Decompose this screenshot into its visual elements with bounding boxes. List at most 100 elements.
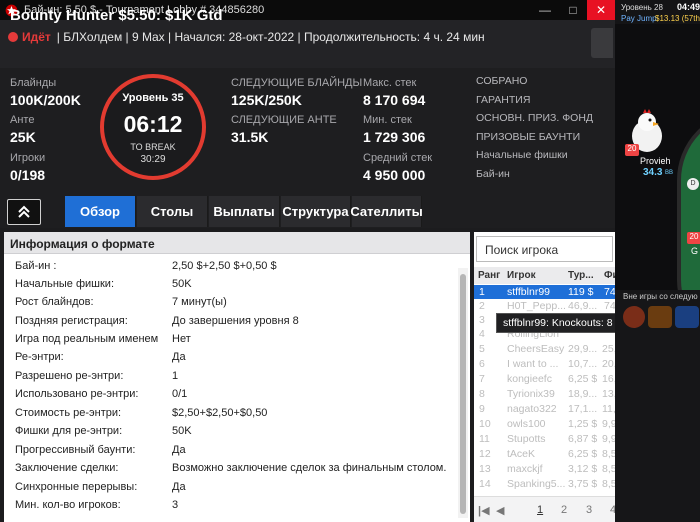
player-rank: 7 [479,373,485,385]
page-1[interactable]: 1 [537,504,543,516]
format-row: Стоимость ре-энтри: $2,50+$2,50+$0,50 [4,405,464,423]
table-row[interactable]: 2 H0T_Pepp... 46,9... 74 [474,299,615,313]
player-rank: 3 [479,314,485,326]
scrollbar-thumb[interactable] [460,274,466,514]
format-info-heading: Информация о формате [4,232,470,254]
format-value: 50K [172,425,192,437]
minimize-button[interactable]: — [531,0,559,20]
page-2[interactable]: 2 [561,504,567,516]
col-player[interactable]: Игрок [507,270,536,281]
chest-icon[interactable] [623,306,645,328]
col-bounty[interactable]: Тур... [568,270,594,281]
max-stack-value: 8 170 694 [363,92,426,108]
player-rank: 10 [479,418,491,430]
table-row[interactable]: 5 CheersEasy29,9... 25,77 $ [474,342,615,356]
format-value: $2,50+$2,50+$0,50 [172,407,268,419]
promo-icons[interactable] [623,306,699,328]
tab-overview[interactable]: Обзор [65,196,136,227]
first-page-icon[interactable]: |◀ [478,504,490,517]
format-value: 0/1 [172,388,188,400]
max-stack-label: Макс. стек [363,77,417,89]
table-row[interactable]: 8 Tyrionix39 18,9... 13,85 $ [474,387,615,401]
prev-page-icon[interactable]: ◀ [496,504,504,517]
tournament-details: Идёт | БЛХолдем | 9 Max | Начался: 28-ок… [8,30,485,44]
poker-table-window: Уровень 28 04:49 Pay Jump $13.13 (57th) … [615,0,700,522]
format-key: Синхронные перерывы: [15,481,138,493]
tab-tables[interactable]: Столы [137,196,208,227]
player-bounty: 17,1... [568,403,598,415]
tab-payouts[interactable]: Выплаты [209,196,280,227]
player-chips: 74 [604,300,615,312]
player-chips: 8,56 $ [602,478,615,490]
collapse-button[interactable] [7,199,41,225]
players-panel: Поиск игрока Ранг Игрок Тур... Фи 1 stffb… [474,232,615,522]
tournament-header [0,20,615,68]
format-row: Ре-энтри: Да [4,349,464,367]
opponent-initial: G [691,246,699,256]
next-blinds-label: СЛЕДУЮЩИЕ БЛАЙНДЫ [231,77,363,89]
tab-satellites[interactable]: Сателлиты [350,196,423,227]
player-chips: 8,56 $ [602,463,615,475]
player-name: Spanking5... [507,478,566,490]
ante-label: Анте [10,114,35,126]
col-rank[interactable]: Ранг [478,270,500,281]
format-key: Прогрессивный баунти: [15,444,136,456]
lobby-window: Бай-ин: 5,50 $ - Tournament Lobby # 3448… [0,0,700,522]
pay-jump-value: $13.13 (57th) [655,14,700,23]
player-rank: 5 [479,343,485,355]
format-key: Рост блайндов: [15,296,94,308]
table-row[interactable]: 11 Stupotts 6,87 $ 9,92 $ [474,432,615,446]
format-key: Бай-ин : [15,260,57,272]
table-row[interactable]: 10 owls100 1,25 $ 9,92 $ [474,417,615,431]
format-row: Разрешено ре-энтри: 1 [4,368,464,386]
buyin-label: Бай-ин [476,168,510,180]
format-value: До завершения уровня 8 [172,315,299,327]
bet-flop-icon[interactable] [675,306,699,328]
table-row[interactable]: 12 tAceK 6,25 $ 8,56 $ [474,447,615,461]
player-name: I want to ... [507,358,559,370]
player-rank: 6 [479,358,485,370]
player-rank: 1 [479,286,485,298]
table-row[interactable]: 13 maxckjf 3,12 $ 8,56 $ [474,462,615,476]
format-key: Мин. кол-во игроков: [15,499,121,511]
player-search-input[interactable]: Поиск игрока [476,236,613,262]
players-pager: |◀ ◀ 1 2 3 4 [474,496,615,522]
player-name: owls100 [507,418,546,430]
player-chips: 74 [604,286,615,298]
players-table-header: Ранг Игрок Тур... Фи [474,267,615,284]
player-chips: 16,38 $ [602,373,615,385]
blinds-value: 100K/200K [10,92,81,108]
player-chips: 11,81 $ [602,403,615,415]
format-row: Начальные фишки: 50K [4,276,464,294]
player-bounty: 6,25 $ [568,448,598,460]
col-chips[interactable]: Фи [604,270,615,281]
prize-collected-label: СОБРАНО [476,75,528,87]
ante-value: 25K [10,129,36,145]
table-row[interactable]: 14 Spanking5...3,75 $ 8,56 $ [474,477,615,491]
table-row[interactable]: 1 stffblnr99 119 $ 74 [474,285,615,299]
table-row[interactable]: 6 I want to ... 10,7... 20,98 $ [474,357,615,371]
live-dot-icon [8,32,18,42]
opponent-badge: 20 [687,232,700,244]
player-bounty: 46,9... [568,300,598,312]
player-chips: 20,98 $ [602,358,615,370]
player-chips: 13,85 $ [602,388,615,400]
tournament-meta: | БЛХолдем | 9 Max | Начался: 28-окт-202… [56,30,485,44]
avg-stack-value: 4 950 000 [363,167,426,183]
knockout-icon[interactable] [648,306,672,328]
side-panel-handle[interactable] [591,28,613,58]
next-ante-label: СЛЕДУЮЩИЕ АНТЕ [231,114,337,126]
page-3[interactable]: 3 [586,504,592,516]
table-row[interactable]: 7 kongieefc 6,25 $ 16,38 $ [474,372,615,386]
player-name: kongieefc [507,373,552,385]
maximize-button[interactable]: □ [559,0,587,20]
close-button[interactable]: ✕ [587,0,615,20]
format-scrollbar[interactable] [458,268,468,518]
player-rank: 2 [479,300,485,312]
tab-structure[interactable]: Структура [281,196,351,227]
min-stack-value: 1 729 306 [363,129,426,145]
format-value: Да [172,351,186,363]
table-row[interactable]: 9 nagato322 17,1... 11,81 $ [474,402,615,416]
format-key: Фишки для ре-энтри: [15,425,123,437]
player-bounty: 6,87 $ [568,433,598,445]
